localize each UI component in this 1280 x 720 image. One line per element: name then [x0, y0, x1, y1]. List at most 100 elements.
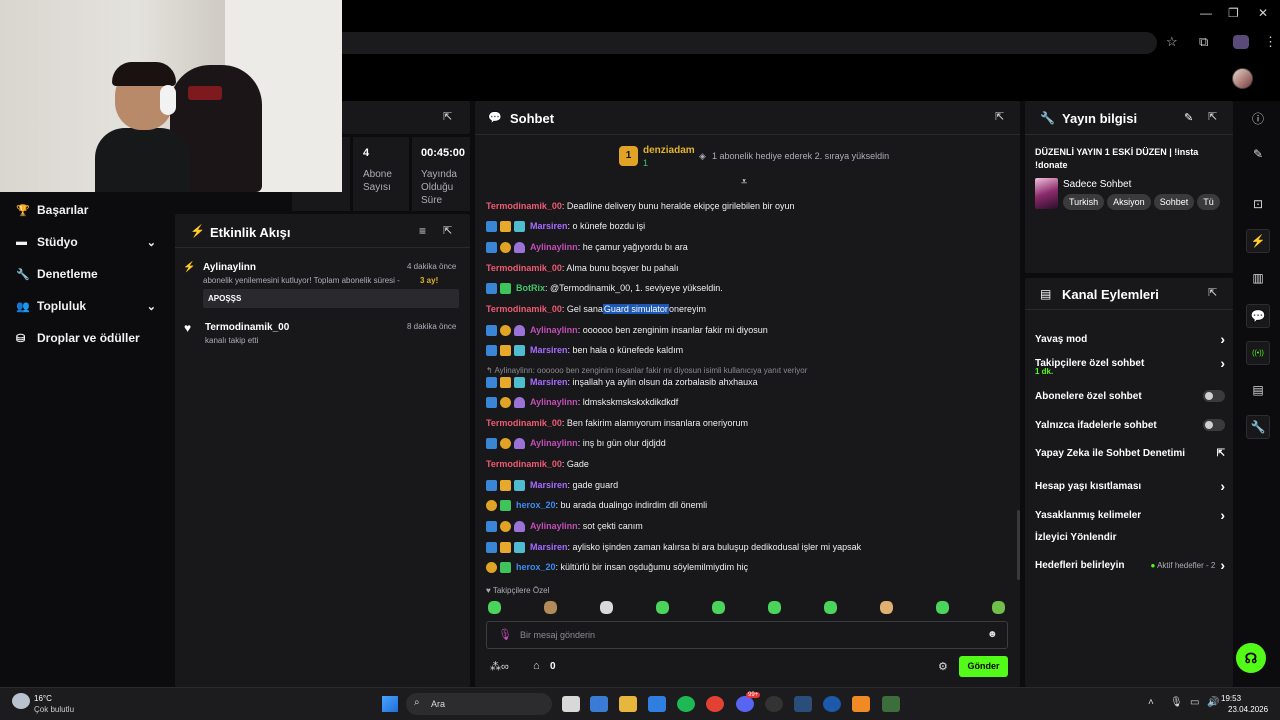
chat-badge-icon[interactable]: [500, 499, 511, 511]
chat-username[interactable]: herox_20: [516, 500, 556, 510]
chat-badge-icon[interactable]: [486, 437, 497, 449]
chat-badge-icon[interactable]: [486, 344, 497, 356]
info-icon[interactable]: ⓘ: [1246, 106, 1270, 130]
sidebar-item-2[interactable]: 🔧 Denetleme: [16, 267, 156, 281]
stats-icon[interactable]: ▥: [1246, 266, 1270, 290]
chat-badge-icon[interactable]: [486, 324, 497, 336]
chat-badge-icon[interactable]: [486, 541, 497, 553]
chat-popout-icon[interactable]: ⇱: [995, 110, 1004, 123]
chat-badge-icon[interactable]: [486, 220, 497, 232]
store-icon[interactable]: ⌂: [533, 660, 540, 672]
broadcast-icon[interactable]: ((•)): [1246, 341, 1270, 365]
emoji-icon[interactable]: ☻: [987, 629, 998, 640]
chat-badge-icon[interactable]: [500, 520, 511, 532]
chat-username[interactable]: Aylinaylinn: [530, 521, 578, 531]
sidebar-item-4[interactable]: ⛁ Droplar ve ödüller: [16, 331, 156, 345]
tag[interactable]: Aksiyon: [1107, 194, 1151, 210]
chat-badge-icon[interactable]: [486, 282, 497, 294]
emote-icon[interactable]: [824, 601, 837, 614]
collapse-icon[interactable]: ⩡: [741, 176, 747, 189]
channel-points-icon[interactable]: ⁂∞: [490, 660, 509, 673]
emote-icon[interactable]: [936, 601, 949, 614]
chat-badge-icon[interactable]: [514, 344, 525, 356]
sidebar-item-0[interactable]: 🏆 Başarılar: [16, 203, 156, 217]
chat-badge-icon[interactable]: [500, 376, 511, 388]
chat-badge-icon[interactable]: [500, 324, 511, 336]
chat-username[interactable]: herox_20: [516, 562, 556, 572]
emote-icon[interactable]: [712, 601, 725, 614]
chat-username[interactable]: BotRix: [516, 283, 545, 293]
emote-icon[interactable]: [768, 601, 781, 614]
extensions-icon[interactable]: ⧉: [1199, 34, 1208, 50]
chat-username[interactable]: Termodinamik_00: [486, 201, 562, 211]
activity-popout-icon[interactable]: ⇱: [443, 224, 452, 237]
chat-username[interactable]: Aylinaylinn: [530, 325, 578, 335]
taskbar-app-icon[interactable]: [882, 696, 900, 712]
steam-icon[interactable]: [794, 696, 812, 712]
sidebar-item-3[interactable]: 👥 Topluluk ⌄: [16, 299, 156, 313]
tag[interactable]: Sohbet: [1153, 194, 1195, 210]
chat-username[interactable]: Termodinamik_00: [486, 459, 562, 469]
tray-chevron-icon[interactable]: ˄: [1148, 697, 1154, 708]
chat-badge-icon[interactable]: [514, 520, 525, 532]
clock-time[interactable]: 19:53: [1221, 694, 1241, 703]
chat-badge-icon[interactable]: [514, 437, 525, 449]
feed-user[interactable]: Aylinaylinn: [203, 262, 256, 273]
mic-icon[interactable]: 🎙: [498, 628, 512, 641]
chat-badge-icon[interactable]: [514, 241, 525, 253]
popout-icon[interactable]: ⇱: [443, 110, 452, 123]
chat-username[interactable]: Termodinamik_00: [486, 418, 562, 428]
chat-badge-icon[interactable]: [514, 376, 525, 388]
chrome-icon[interactable]: [706, 696, 724, 712]
close-button[interactable]: ✕: [1258, 6, 1268, 20]
taskbar-app-icon[interactable]: [852, 696, 870, 712]
actions-icon[interactable]: ▤: [1246, 378, 1270, 402]
clock-date[interactable]: 23.04.2026: [1228, 705, 1268, 714]
network-icon[interactable]: ▭: [1190, 697, 1199, 708]
taskbar-app-icon[interactable]: [765, 696, 783, 712]
chat-badge-icon[interactable]: [500, 541, 511, 553]
taskbar-app-icon[interactable]: [648, 696, 666, 712]
discord-icon[interactable]: [736, 696, 754, 712]
tag[interactable]: Turkish: [1063, 194, 1105, 210]
minimize-button[interactable]: —: [1200, 6, 1212, 20]
browser-menu-icon[interactable]: ⋮: [1264, 34, 1277, 50]
category-name[interactable]: Sadece Sohbet: [1063, 179, 1131, 190]
chat-badge-icon[interactable]: [514, 479, 525, 491]
chat-username[interactable]: Termodinamik_00: [486, 304, 562, 314]
pinned-user[interactable]: denziadam: [643, 145, 695, 156]
chat-badge-icon[interactable]: [486, 241, 497, 253]
edit-icon[interactable]: ✎: [1246, 142, 1270, 166]
actions-popout-icon[interactable]: ⇱: [1208, 286, 1217, 299]
chat-badge-icon[interactable]: [500, 344, 511, 356]
chat-badge-icon[interactable]: [514, 324, 525, 336]
category-thumbnail[interactable]: [1035, 178, 1058, 209]
taskbar-app-icon[interactable]: [823, 696, 841, 712]
chat-badge-icon[interactable]: [486, 376, 497, 388]
channel-action-row[interactable]: Yapay Zeka ile Sohbet Denetimi ⇱: [1035, 448, 1225, 459]
mic-tray-icon[interactable]: 🎙: [1170, 697, 1183, 708]
chat-badge-icon[interactable]: [514, 541, 525, 553]
chat-badge-icon[interactable]: [486, 479, 497, 491]
chat-username[interactable]: Marsiren: [530, 221, 568, 231]
toggle-switch[interactable]: [1203, 390, 1225, 402]
chat-badge-icon[interactable]: [486, 561, 497, 573]
chat-badge-icon[interactable]: [514, 396, 525, 408]
file-explorer-icon[interactable]: [619, 696, 637, 712]
chat-icon[interactable]: 💬: [1246, 304, 1270, 328]
channel-action-row[interactable]: Hesap yaşı kısıtlaması ›: [1035, 478, 1225, 494]
chat-username[interactable]: Marsiren: [530, 377, 568, 387]
start-button[interactable]: [382, 696, 398, 712]
support-headset-icon[interactable]: ☊: [1236, 643, 1266, 673]
chat-badge-icon[interactable]: [500, 241, 511, 253]
chat-badge-icon[interactable]: [500, 561, 511, 573]
tag[interactable]: Tü: [1197, 194, 1220, 210]
emote-icon[interactable]: [992, 601, 1005, 614]
maximize-button[interactable]: ❐: [1228, 6, 1239, 20]
profile-icon[interactable]: [1233, 35, 1249, 49]
taskbar-app-icon[interactable]: [590, 696, 608, 712]
channel-action-row[interactable]: Takipçilere özel sohbet ›: [1035, 355, 1225, 371]
channel-action-row[interactable]: Hedefleri belirleyin ● Aktif hedefler - 2…: [1035, 557, 1225, 573]
channel-action-row[interactable]: Abonelere özel sohbet: [1035, 390, 1225, 402]
channel-action-row[interactable]: Yalnızca ifadelerle sohbet: [1035, 419, 1225, 431]
